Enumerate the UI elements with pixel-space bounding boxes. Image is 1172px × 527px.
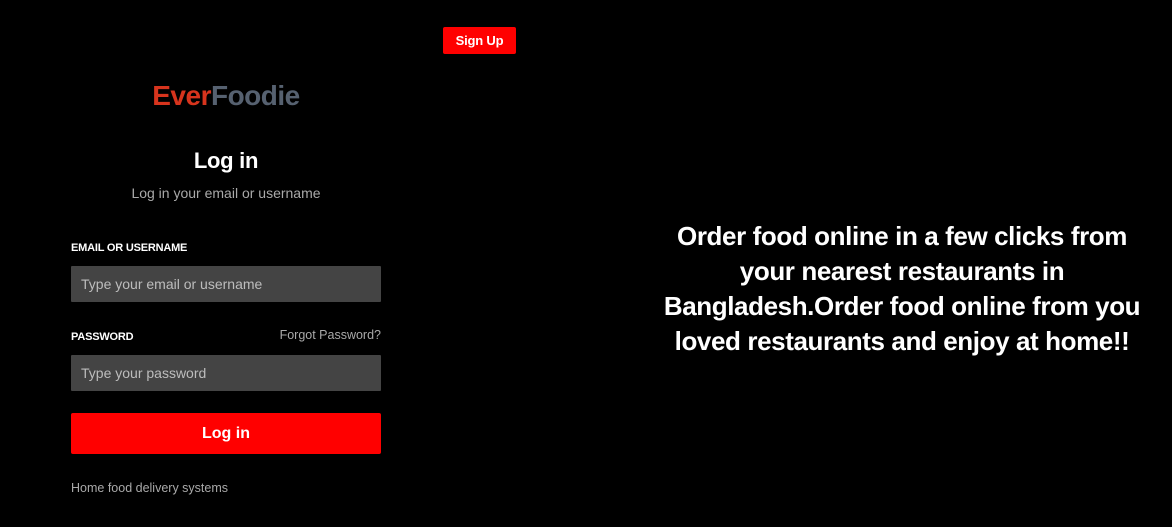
email-label: EMAIL OR USERNAME bbox=[71, 242, 188, 254]
brand-logo-foodie: Foodie bbox=[210, 80, 300, 111]
brand-logo-ever: Ever bbox=[152, 80, 211, 111]
login-title: Log in bbox=[193, 148, 259, 173]
forgot-password-link[interactable]: Forgot Password? bbox=[280, 328, 381, 342]
password-label: PASSWORD bbox=[71, 331, 134, 343]
password-input[interactable] bbox=[71, 355, 381, 391]
login-page: Sign Up EverFoodie Log in Log in your em… bbox=[0, 0, 1172, 527]
sign-up-button[interactable]: Sign Up bbox=[443, 27, 516, 54]
login-button[interactable]: Log in bbox=[71, 413, 381, 454]
footer-text: Home food delivery systems bbox=[71, 481, 229, 495]
email-input[interactable] bbox=[71, 266, 381, 302]
login-subtitle: Log in your email or username bbox=[131, 185, 321, 201]
brand-logo: EverFoodie bbox=[0, 80, 452, 112]
hero-tagline: Order food online in a few clicks from y… bbox=[663, 221, 1141, 356]
